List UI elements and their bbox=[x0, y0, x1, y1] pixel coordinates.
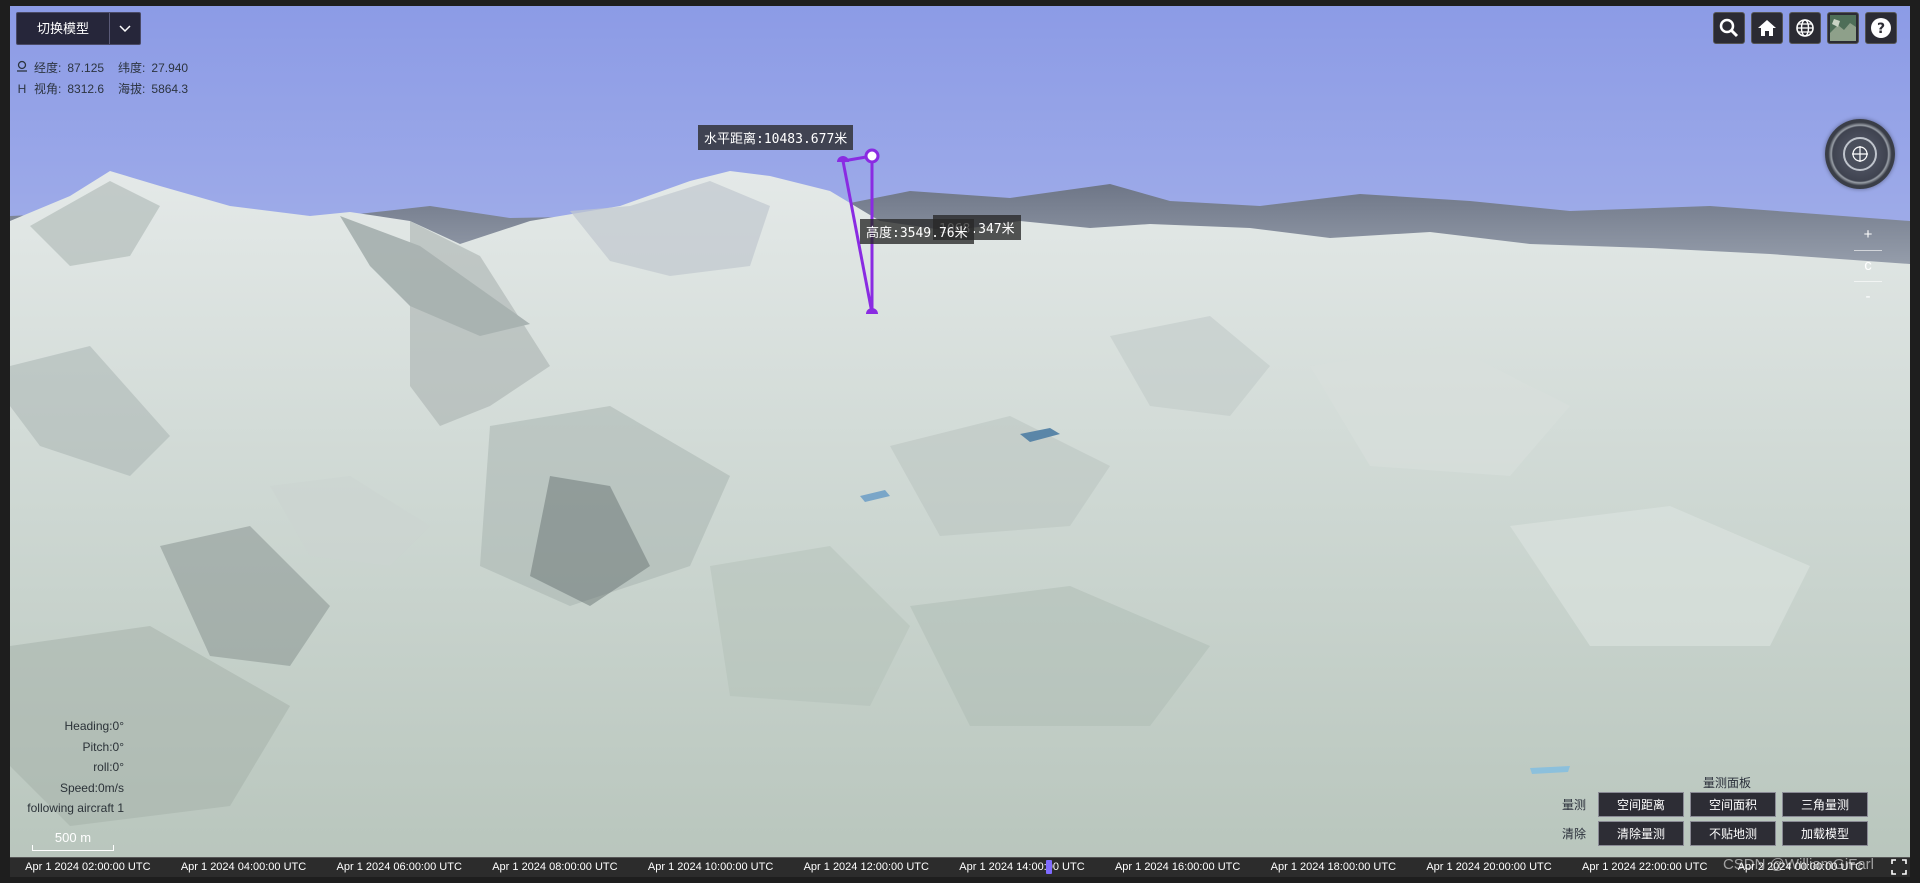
latitude-value: 27.940 bbox=[151, 61, 189, 75]
space-area-button[interactable]: 空间面积 bbox=[1690, 792, 1776, 817]
help-icon[interactable]: ? bbox=[1865, 12, 1897, 44]
timeline-tick: Apr 1 2024 14:00:00 UTC bbox=[959, 861, 1085, 873]
scale-bar: 500 m bbox=[32, 830, 114, 851]
basemap-icon[interactable] bbox=[1827, 12, 1859, 44]
timeline-tick: Apr 1 2024 08:00:00 UTC bbox=[492, 861, 618, 873]
timeline-needle[interactable] bbox=[1046, 860, 1052, 874]
scale-bar-line bbox=[32, 845, 114, 851]
view-angle-label: 视角: bbox=[34, 82, 62, 96]
measure-row-label: 量测 bbox=[1562, 798, 1587, 812]
zoom-in-button[interactable]: + bbox=[1854, 220, 1882, 251]
clear-measure-button[interactable]: 清除量测 bbox=[1598, 821, 1684, 846]
coordinate-readout: 经度: 87.125 纬度: 27.940 H 视角: 8312.6 海拔: 5… bbox=[16, 58, 196, 100]
longitude-value: 87.125 bbox=[67, 61, 105, 75]
roll-text: roll:0° bbox=[93, 760, 124, 774]
zoom-reset-button[interactable]: c bbox=[1854, 251, 1882, 282]
measure-panel-title: 量测面板 bbox=[1702, 776, 1751, 790]
fullscreen-icon[interactable] bbox=[1888, 857, 1910, 876]
longitude-label: 经度: bbox=[34, 61, 62, 75]
home-icon[interactable] bbox=[1751, 12, 1783, 44]
viewer-toolbar: ? bbox=[1713, 12, 1897, 44]
elevation-label: 海拔: bbox=[118, 82, 146, 96]
height-label: 高度:3549.76米 bbox=[860, 219, 974, 244]
measure-point-top bbox=[864, 148, 880, 164]
latitude-label: 纬度: bbox=[118, 61, 146, 75]
no-clamp-measure-button[interactable]: 不贴地测 bbox=[1690, 821, 1776, 846]
load-model-button[interactable]: 加载模型 bbox=[1782, 821, 1868, 846]
scale-label: 500 m bbox=[54, 830, 92, 845]
navigation-compass[interactable] bbox=[1825, 119, 1895, 189]
space-distance-button[interactable]: 空间距离 bbox=[1598, 792, 1684, 817]
timeline-tick: Apr 1 2024 22:00:00 UTC bbox=[1582, 861, 1708, 873]
horizontal-distance-label: 水平距离:10483.677米 bbox=[698, 125, 854, 150]
timeline-tick: Apr 1 2024 20:00:00 UTC bbox=[1426, 861, 1552, 873]
chevron-down-icon[interactable] bbox=[109, 13, 140, 44]
measure-panel: 量测面板 量测 空间距离 空间面积 三角量测 清除 清除量测 不贴地测 加载模型 bbox=[1562, 774, 1892, 850]
pitch-text: Pitch:0° bbox=[82, 739, 124, 754]
clear-row-label: 清除 bbox=[1562, 827, 1587, 841]
compass-center-icon[interactable] bbox=[1843, 137, 1877, 171]
model-switch-label[interactable]: 切换模型 bbox=[17, 13, 109, 44]
model-switch-dropdown[interactable]: 切换模型 bbox=[16, 12, 142, 45]
camera-info: Heading:0° Pitch:0° roll:0° Speed:0m/s f… bbox=[14, 716, 124, 819]
globe-icon[interactable] bbox=[1789, 12, 1821, 44]
timeline-tick: Apr 1 2024 04:00:00 UTC bbox=[180, 861, 307, 873]
timeline-tick: Apr 1 2024 02:00:00 UTC bbox=[25, 861, 151, 873]
timeline-tick: Apr 1 2024 06:00:00 UTC bbox=[336, 861, 462, 873]
zoom-out-button[interactable]: - bbox=[1854, 282, 1882, 312]
heading-text: Heading:0° bbox=[64, 719, 124, 733]
timeline-tick: Apr 1 2024 12:00:00 UTC bbox=[803, 861, 929, 873]
triangle-measure-button[interactable]: 三角量测 bbox=[1782, 792, 1868, 817]
view-angle-value: 8312.6 bbox=[67, 82, 105, 96]
terrain-scene[interactable] bbox=[10, 6, 1910, 857]
speed-text: Speed:0m/s bbox=[59, 780, 124, 795]
timeline-tick: Apr 1 2024 16:00:00 UTC bbox=[1114, 861, 1241, 873]
search-icon[interactable] bbox=[1713, 12, 1745, 44]
zoom-control: + c - bbox=[1854, 220, 1882, 312]
watermark-text: CSDN @WilliamGiFarl bbox=[1722, 856, 1874, 873]
timeline-tick: Apr 1 2024 18:00:00 UTC bbox=[1270, 861, 1397, 873]
follow-text: following aircraft 1 bbox=[27, 801, 124, 815]
altitude-icon: H bbox=[17, 82, 27, 96]
timeline-tick: Apr 1 2024 10:00:00 UTC bbox=[647, 861, 774, 873]
location-pin-icon bbox=[16, 58, 28, 79]
timeline[interactable]: Apr 1 2024 02:00:00 UTC Apr 1 2024 04:00… bbox=[10, 857, 1910, 877]
elevation-value: 5864.3 bbox=[151, 82, 189, 96]
cesium-viewer[interactable]: 切换模型 经度: 87.125 纬度: 27.940 H 视角: 8312.6 … bbox=[10, 6, 1910, 857]
svg-text:?: ? bbox=[1877, 21, 1885, 37]
